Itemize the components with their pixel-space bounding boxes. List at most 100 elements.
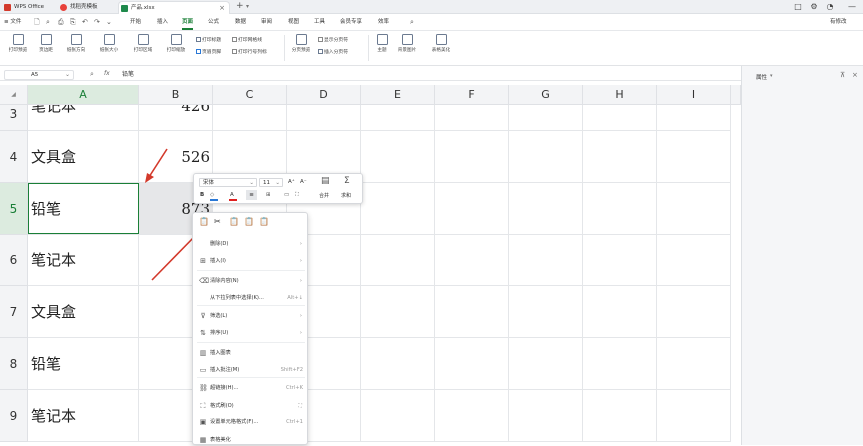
print-scale-button[interactable]: 打印缩放 [163,34,189,62]
cell-format-icon[interactable]: ▭ [284,191,289,200]
show-page-break-checkbox[interactable]: 显示分页符 [318,37,348,45]
undo-icon[interactable]: ↶ [82,18,88,27]
table-beautify-button[interactable]: 表格美化 [429,34,453,62]
cell-f6[interactable] [435,235,509,286]
row-header-6[interactable]: 6 [0,235,28,286]
cell-f5[interactable] [435,183,509,235]
cell-h7[interactable] [583,286,657,338]
avatar-icon[interactable]: ◔ [824,1,836,13]
zoom-icon[interactable]: ⌕ [90,70,94,79]
font-name-select[interactable]: 宋体 ⌄ [199,178,257,187]
cell-h3[interactable] [583,105,657,131]
sum-button[interactable]: 求和 [341,192,351,201]
format-painter-icon[interactable]: ⛶ [295,191,299,200]
cell-g8[interactable] [509,338,583,390]
menu-member[interactable]: 会员专享 [340,17,362,27]
cell-b3[interactable]: 426 [139,105,213,131]
tab-document[interactable]: 产品.xlsx × [118,1,230,14]
column-header-d[interactable]: D [287,85,361,105]
column-header-a[interactable]: A [28,85,139,105]
cell-i3[interactable] [657,105,731,131]
cell-i5[interactable] [657,183,731,235]
paste-special-icon[interactable]: 📋 [259,217,269,226]
cell-d3[interactable] [287,105,361,131]
menu-item-insert-chart[interactable]: ▥ 插入图表 [193,347,309,359]
cell-h8[interactable] [583,338,657,390]
close-tab-icon[interactable]: × [219,2,225,14]
menu-tools[interactable]: 工具 [314,17,325,27]
menu-insert[interactable]: 插入 [157,17,168,27]
search-icon[interactable]: ⌕ [410,18,414,27]
menu-item-format-painter[interactable]: ⛶ 格式刷(O) ⛶ [193,400,309,412]
layout-icon[interactable]: □ [792,1,804,13]
cell-g3[interactable] [509,105,583,131]
formula-input[interactable]: 铅笔 [122,70,134,79]
column-header-h[interactable]: H [583,85,657,105]
menu-data[interactable]: 数据 [235,17,246,27]
row-header-4[interactable]: 4 [0,131,28,183]
theme-button[interactable]: 主题 [373,34,391,62]
menu-item-delete[interactable]: 删除(D) › [193,238,309,250]
cell-a9[interactable]: 笔记本 [28,390,139,442]
cell-a4[interactable]: 文具盒 [28,131,139,183]
cell-a8[interactable]: 铅笔 [28,338,139,390]
cell-h4[interactable] [583,131,657,183]
name-box[interactable]: A5 ⌄ [4,70,74,80]
merge-icon[interactable]: ▤ [321,176,330,186]
menu-formula[interactable]: 公式 [208,17,219,27]
cell-f7[interactable] [435,286,509,338]
menu-view[interactable]: 视图 [288,17,299,27]
font-size-select[interactable]: 11 ⌄ [259,178,283,187]
column-header-g[interactable]: G [509,85,583,105]
new-doc-icon[interactable]: 🗋 [34,18,40,27]
cell-g7[interactable] [509,286,583,338]
more-icon[interactable]: ⌄ [106,18,112,27]
cell-e8[interactable] [361,338,435,390]
menu-item-filter[interactable]: ⊽ 筛选(L) › [193,310,309,322]
header-footer-button[interactable]: 页眉页脚 [196,49,221,57]
background-image-button[interactable]: 背景图片 [395,34,419,62]
modify-status[interactable]: 有修改 [830,17,847,27]
cell-h6[interactable] [583,235,657,286]
cell-a3[interactable]: 笔记本 [28,105,139,131]
settings-icon[interactable]: ⚙ [808,1,820,13]
column-header-c[interactable]: C [213,85,287,105]
row-header-7[interactable]: 7 [0,286,28,338]
cell-h9[interactable] [583,390,657,442]
menu-page[interactable]: 页面 [182,17,194,30]
row-header-5[interactable]: 5 [0,183,28,235]
print-preview-button[interactable]: 打印预览 [6,34,30,62]
border-icon[interactable]: ⊞ [266,191,271,200]
column-header-i[interactable]: I [657,85,731,105]
menu-item-insert[interactable]: ⊞ 插入(I) › [193,255,309,267]
cell-g5[interactable] [509,183,583,235]
grow-font-icon[interactable]: A⁺ [288,178,295,187]
cut-icon[interactable]: ✂ [214,217,221,226]
row-header-9[interactable]: 9 [0,390,28,442]
menu-item-insert-comment[interactable]: ▭ 插入批注(M) Shift+F2 [193,364,309,376]
cell-h5[interactable] [583,183,657,235]
insert-page-break-button[interactable]: 插入分页符 [318,49,348,57]
paste-icon[interactable]: 📋 [199,217,209,226]
cell-f9[interactable] [435,390,509,442]
margins-button[interactable]: 页边距 [35,34,57,62]
menu-item-hyperlink[interactable]: ⛓ 超链接(H)... Ctrl+K [193,382,309,394]
paste-values-icon[interactable]: 📋 [244,217,254,226]
pin-icon[interactable]: ⊼ [840,71,845,79]
cell-i8[interactable] [657,338,731,390]
cell-g6[interactable] [509,235,583,286]
new-tab-menu-icon[interactable]: ▾ [246,0,249,13]
print-icon[interactable]: ⎙ [58,18,64,27]
menu-start[interactable]: 开始 [130,17,141,27]
menu-item-table-beautify[interactable]: ▦ 表格美化 [193,434,309,446]
print-titles-button[interactable]: 打印标题 [196,37,221,45]
copy-icon[interactable]: 📋 [229,217,239,226]
menu-item-format-cells[interactable]: ▣ 设置单元格格式(F)... Ctrl+1 [193,416,309,428]
column-header-f[interactable]: F [435,85,509,105]
cell-e6[interactable] [361,235,435,286]
cell-c3[interactable] [213,105,287,131]
cell-e4[interactable] [361,131,435,183]
menu-item-pick-from-list[interactable]: 从下拉列表中选择(K)... Alt+↓ [193,292,309,304]
new-tab-icon[interactable]: + [236,0,244,13]
cell-e5[interactable] [361,183,435,235]
